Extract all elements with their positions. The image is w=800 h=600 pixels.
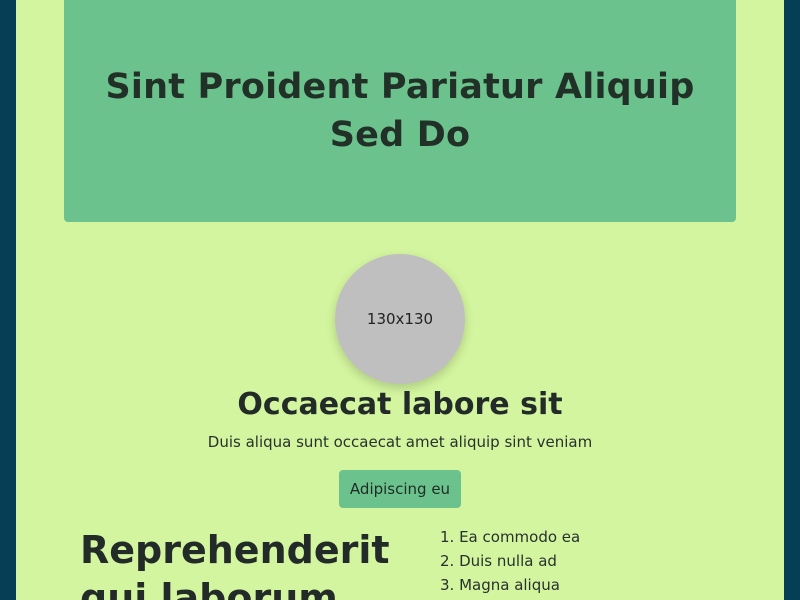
avatar-placeholder: 130x130	[335, 254, 465, 384]
profile-name: Occaecat labore sit	[237, 387, 563, 422]
profile-action-button[interactable]: Adipiscing eu	[339, 470, 461, 508]
list-item: 2. Duis nulla ad	[440, 552, 557, 570]
section-list: 1. Ea commodo ea 2. Duis nulla ad 3. Mag…	[440, 525, 580, 597]
list-item: 1. Ea commodo ea	[440, 528, 581, 546]
profile-description: Duis aliqua sunt occaecat amet aliquip s…	[207, 433, 593, 451]
page-content-area: Sint Proident Pariatur Aliquip Sed Do 13…	[16, 0, 784, 600]
section-title: Reprehenderit qui laborum	[80, 528, 390, 600]
hero-banner: Sint Proident Pariatur Aliquip Sed Do	[64, 0, 736, 222]
list-item: 3. Magna aliqua	[440, 576, 560, 594]
avatar-size-label: 130x130	[366, 310, 434, 328]
hero-title: Sint Proident Pariatur Aliquip Sed Do	[105, 67, 695, 155]
